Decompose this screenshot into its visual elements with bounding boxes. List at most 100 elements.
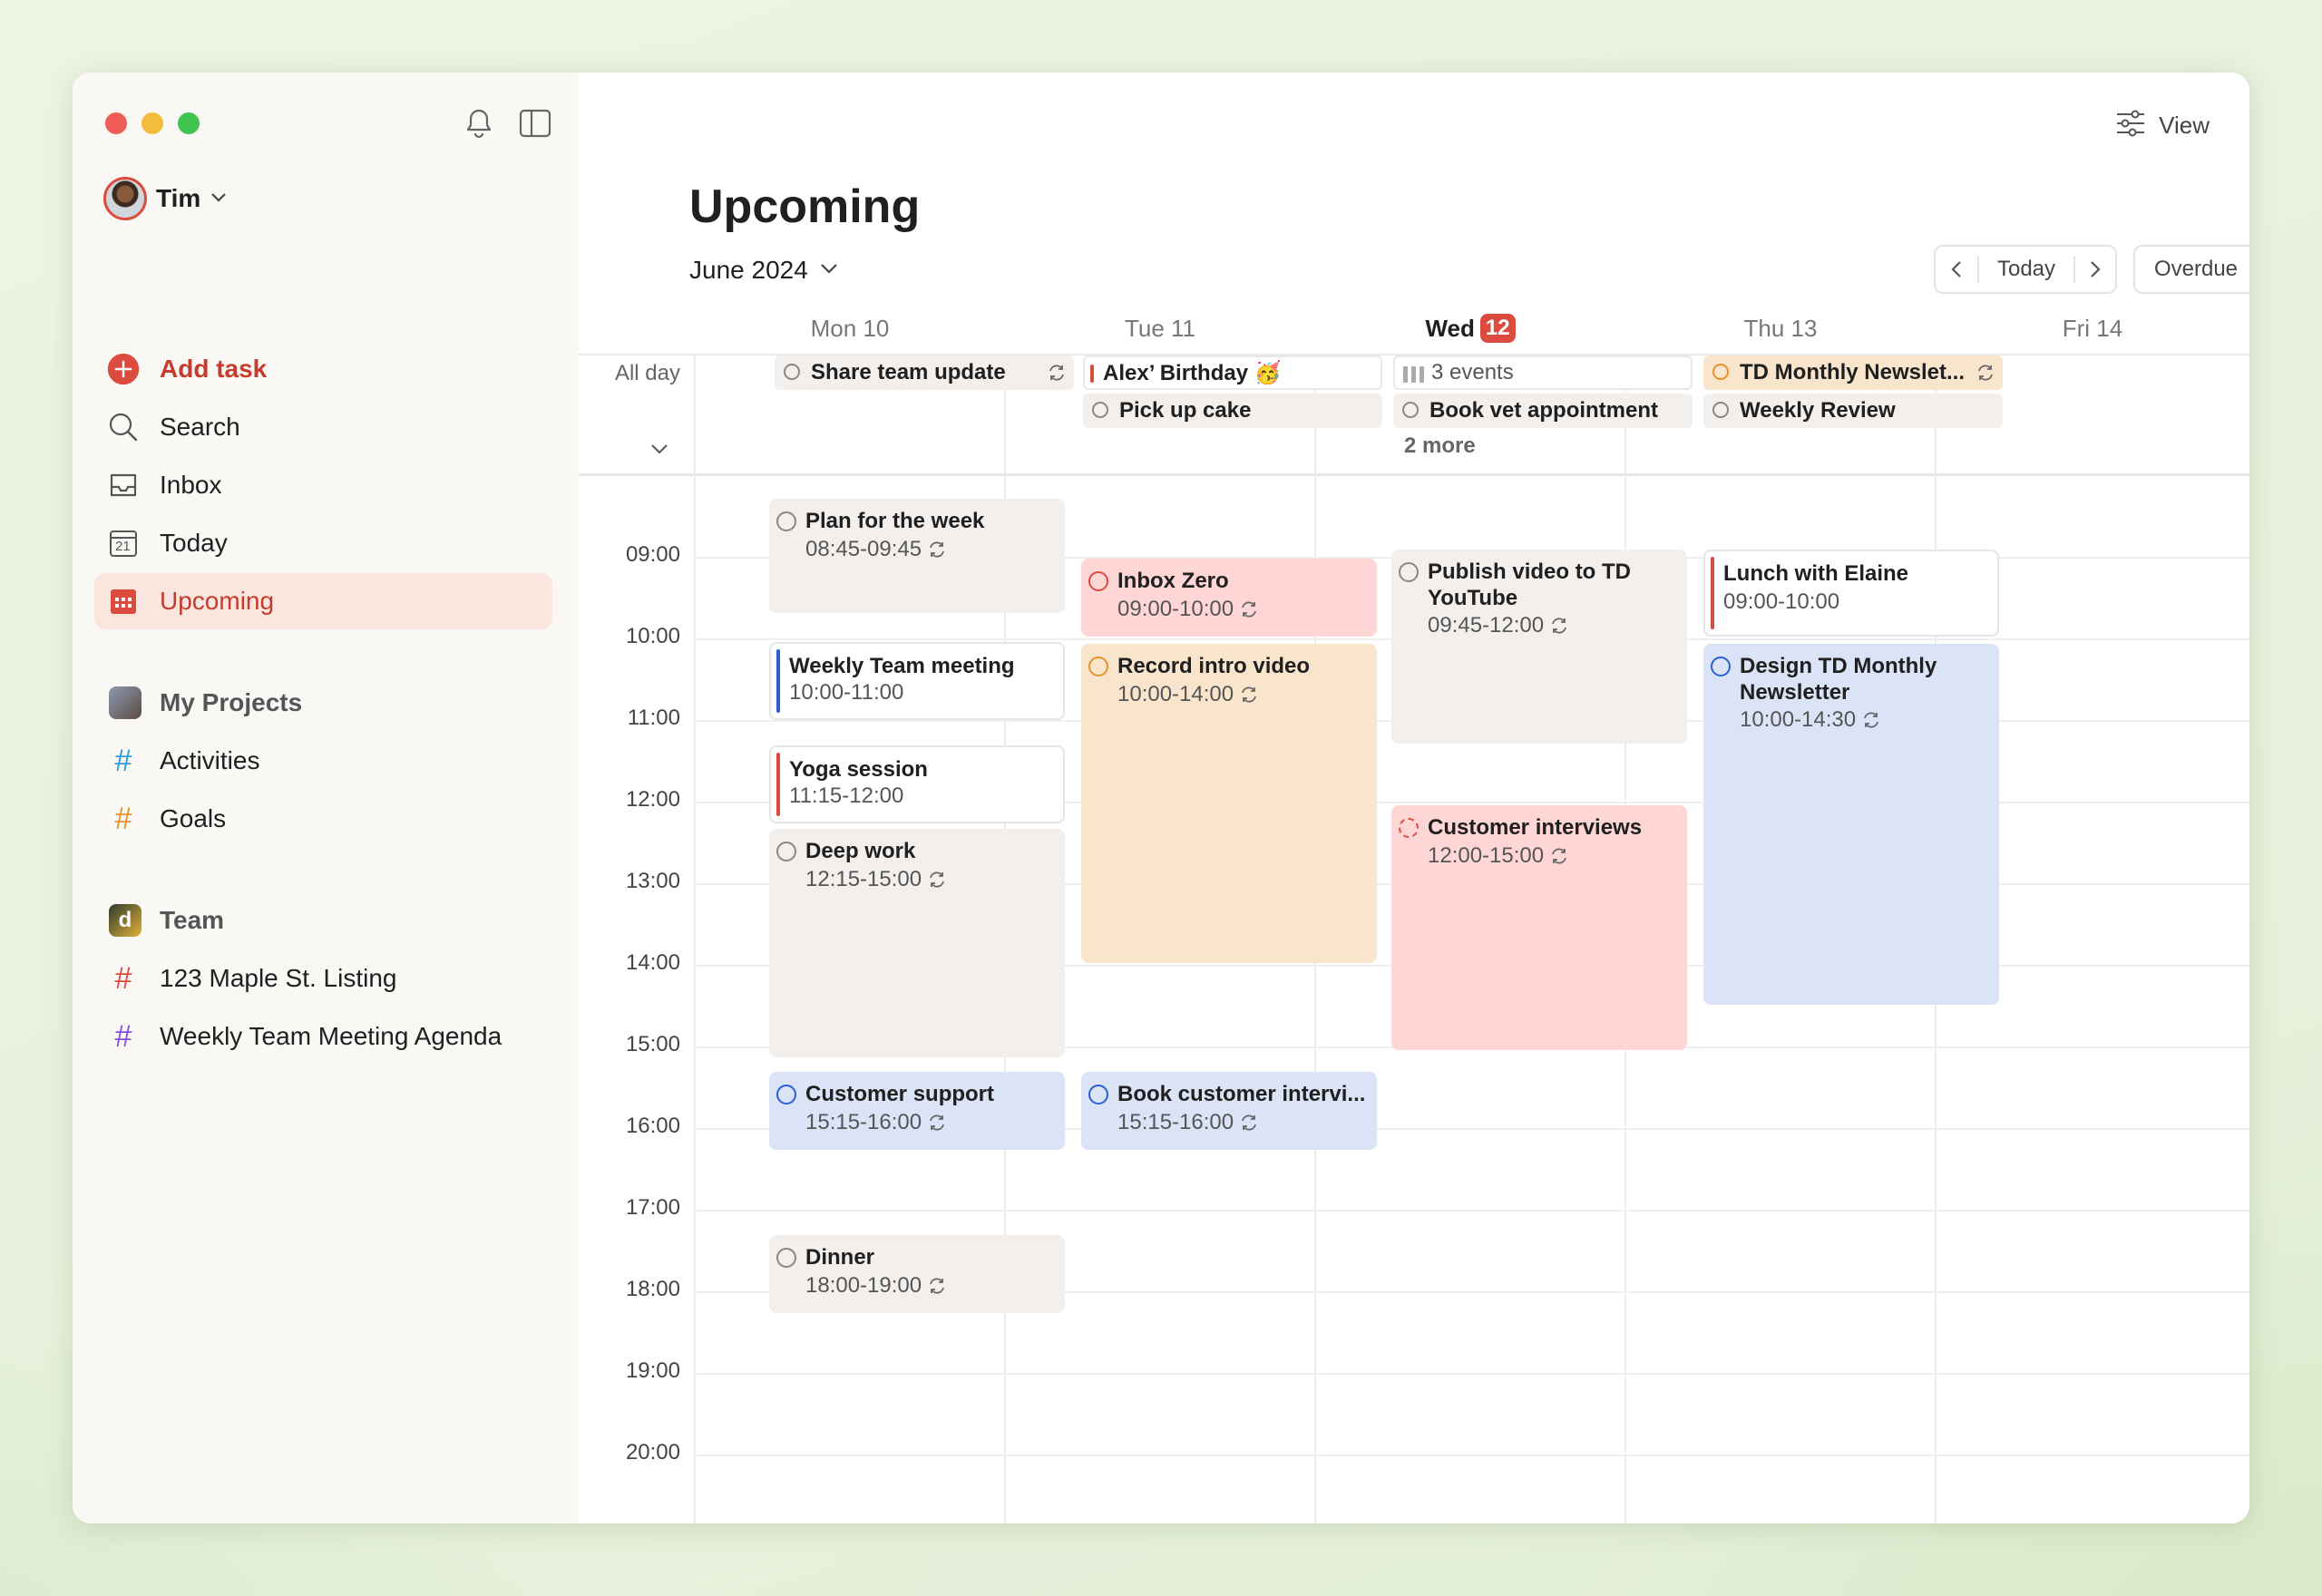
bell-icon[interactable] [461,105,497,141]
calendar-event[interactable]: Design TD Monthly Newsletter 10:00-14:30 [1703,644,1999,1005]
overdue-button[interactable]: Overdue [2133,245,2249,294]
task-checkbox[interactable] [776,842,796,861]
event-title: Book customer intervi... [1117,1082,1366,1106]
sidebar-item-inbox[interactable]: Inbox [94,457,552,513]
calendar-event[interactable]: Customer interviews 12:00-15:00 [1391,805,1687,1050]
calendar-event[interactable]: Plan for the week 08:45-09:45 [769,499,1065,613]
sidebar-item-upcoming[interactable]: Upcoming [94,573,552,629]
chevron-down-icon [819,262,839,279]
event-time-text: 12:15-15:00 [805,867,922,891]
calendar-event[interactable]: Customer support 15:15-16:00 [769,1072,1065,1150]
all-day-task[interactable]: Weekly Review [1703,394,2003,428]
task-checkbox[interactable] [1088,571,1108,591]
event-time-text: 12:00-15:00 [1428,843,1545,868]
task-title: Pick up cake [1119,398,1252,423]
day-header-wed[interactable]: Wed 12 [1315,310,1625,346]
sidebar-item-label: Weekly Team Meeting Agenda [160,1022,502,1050]
calendar-event[interactable]: Record intro video 10:00-14:00 [1081,644,1377,963]
sidebar: Tim Add task Search Inbox 21 Today Upcom… [73,73,579,1523]
event-time: 09:45-12:00 [1428,613,1569,638]
sidebar-item-today[interactable]: 21 Today [94,515,552,571]
task-checkbox[interactable] [776,1248,796,1268]
sidebar-item-goals[interactable]: # Goals [94,791,552,847]
event-time: 09:00-10:00 [1723,589,1840,614]
sidebar-item-search[interactable]: Search [94,399,552,455]
calendar-event[interactable]: Book customer intervi... 15:15-16:00 [1081,1072,1377,1150]
day-header-thu[interactable]: Thu 13 [1625,310,1936,346]
time-label: 11:00 [627,706,680,730]
events-count: 3 events [1431,360,1514,384]
calendar-grid-icon [107,585,140,618]
day-header-mon[interactable]: Mon 10 [695,310,1005,346]
view-button[interactable]: View [2115,105,2210,145]
hashtag-icon: # [114,1019,132,1054]
calendar-event[interactable]: Weekly Team meeting 10:00-11:00 [769,642,1065,720]
more-events-link[interactable]: 2 more [1404,433,1476,459]
sidebar-item-activities[interactable]: # Activities [94,733,552,789]
sidebar-item-label: Goals [160,804,227,832]
sidebar-item-maple-listing[interactable]: # 123 Maple St. Listing [94,950,552,1007]
next-week-button[interactable] [2075,247,2115,292]
my-projects-header[interactable]: My Projects [94,678,552,727]
sidebar-toggle-icon[interactable] [517,105,553,141]
event-time-text: 08:45-09:45 [805,537,922,561]
repeat-icon [1239,685,1259,705]
task-checkbox[interactable] [776,511,796,531]
overdue-label: Overdue [2153,257,2239,281]
month-picker[interactable]: June 2024 [689,250,839,290]
task-checkbox[interactable] [1399,818,1419,838]
view-label: View [2159,111,2210,139]
task-checkbox[interactable] [1402,402,1419,418]
section-label: Team [160,906,225,934]
user-name: Tim [156,184,201,212]
calendar-event[interactable]: Yoga session 11:15-12:00 [769,745,1065,823]
calendar-event[interactable]: Deep work 12:15-15:00 [769,829,1065,1057]
collapse-all-day-icon[interactable] [649,443,669,460]
event-time: 15:15-16:00 [1117,1110,1259,1135]
task-checkbox[interactable] [776,1085,796,1105]
task-checkbox[interactable] [784,364,800,380]
repeat-icon [927,540,947,560]
task-checkbox[interactable] [1399,562,1419,582]
all-day-task[interactable]: Share team update [775,355,1074,390]
team-logo-icon: d [109,904,141,937]
event-time-text: 09:00-10:00 [1117,597,1234,621]
task-checkbox[interactable] [1711,657,1731,676]
user-menu[interactable]: Tim [103,174,228,223]
event-color-bar [1090,365,1094,383]
event-time-text: 10:00-14:00 [1117,682,1234,706]
my-projects-avatar [109,686,141,719]
all-day-task[interactable]: Book vet appointment [1393,394,1693,428]
close-window-button[interactable] [105,112,127,134]
day-header-tue[interactable]: Tue 11 [1005,310,1315,346]
time-label: 15:00 [625,1032,680,1056]
task-checkbox[interactable] [1088,657,1108,676]
event-time-text: 10:00-14:30 [1740,707,1857,732]
task-checkbox[interactable] [1092,402,1108,418]
previous-week-button[interactable] [1936,247,1977,292]
sidebar-item-meeting-agenda[interactable]: # Weekly Team Meeting Agenda [94,1008,552,1065]
minimize-window-button[interactable] [141,112,163,134]
calendar-event[interactable]: Publish video to TD YouTube 09:45-12:00 [1391,550,1687,744]
event-title: Alex’ Birthday 🥳 [1103,360,1282,385]
all-day-event[interactable]: Alex’ Birthday 🥳 [1083,355,1382,390]
calendar-event[interactable]: Inbox Zero 09:00-10:00 [1081,559,1377,637]
calendar-event[interactable]: Dinner 18:00-19:00 [769,1235,1065,1313]
all-day-task[interactable]: TD Monthly Newslet... [1703,355,2003,390]
zoom-window-button[interactable] [178,112,200,134]
task-checkbox[interactable] [1088,1085,1108,1105]
all-day-task[interactable]: Pick up cake [1083,394,1382,428]
task-checkbox[interactable] [1712,402,1729,418]
day-header-fri[interactable]: Fri 14 [1936,310,2249,346]
sidebar-item-label: Search [160,413,240,441]
today-button[interactable]: Today [1979,247,2073,292]
task-checkbox[interactable] [1712,364,1729,380]
team-header[interactable]: d Team [94,896,552,945]
task-title: Share team update [811,360,1006,384]
all-day-events-group[interactable]: 3 events [1393,355,1693,390]
repeat-icon [1239,599,1259,619]
repeat-icon [1549,616,1569,636]
calendar-event[interactable]: Lunch with Elaine 09:00-10:00 [1703,550,1999,637]
repeat-icon [927,870,947,890]
add-task-button[interactable]: Add task [94,341,552,397]
